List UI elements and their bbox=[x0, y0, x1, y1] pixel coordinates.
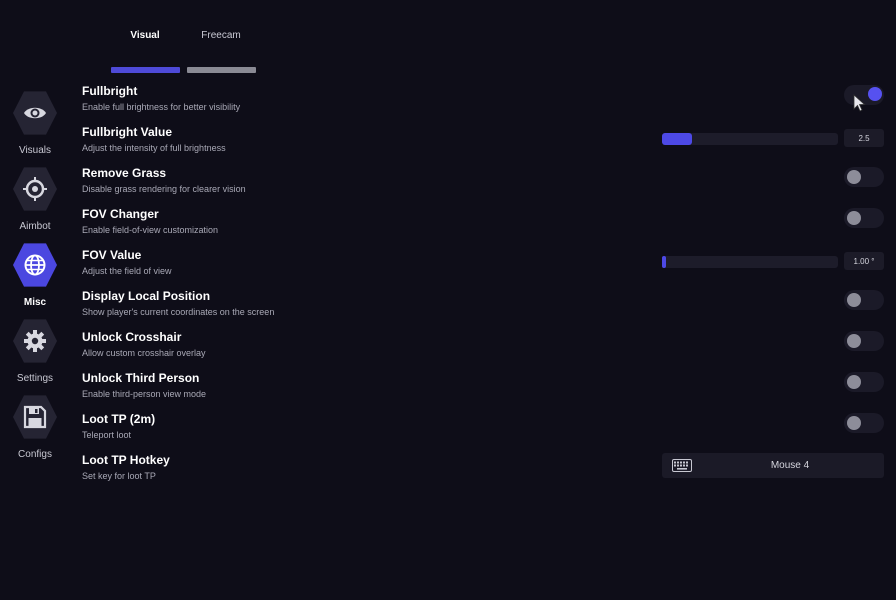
sidebar-item-visuals-bg bbox=[13, 91, 57, 135]
setting-title: Loot TP Hotkey bbox=[82, 453, 170, 467]
globe-icon bbox=[24, 254, 46, 276]
setting-title: FOV Value bbox=[82, 248, 142, 262]
tab-freecam[interactable]: Freecam bbox=[186, 30, 256, 41]
fullbright-value-slider[interactable] bbox=[662, 133, 838, 145]
gear-icon bbox=[24, 330, 46, 352]
toggle-knob bbox=[847, 170, 861, 184]
toggle-knob bbox=[847, 416, 861, 430]
sidebar-item-label: Aimbot bbox=[19, 221, 51, 232]
crosshair-icon bbox=[23, 177, 47, 201]
setting-title: Unlock Third Person bbox=[82, 371, 200, 385]
setting-fullbright: Fullbright Enable full brightness for be… bbox=[82, 84, 884, 124]
setting-description: Allow custom crosshair overlay bbox=[82, 348, 206, 358]
slider-fill bbox=[662, 256, 666, 268]
keyboard-icon bbox=[672, 459, 692, 472]
setting-description: Show player's current coordinates on the… bbox=[82, 307, 275, 317]
sidebar-item-configs[interactable]: Configs bbox=[0, 394, 70, 470]
setting-fov-changer: FOV Changer Enable field-of-view customi… bbox=[82, 207, 884, 247]
tab-visual[interactable]: Visual bbox=[110, 30, 180, 41]
setting-unlock-third-person: Unlock Third Person Enable third-person … bbox=[82, 371, 884, 411]
sidebar-item-settings[interactable]: Settings bbox=[0, 318, 70, 394]
setting-title: FOV Changer bbox=[82, 207, 159, 221]
unlock-third-person-toggle[interactable] bbox=[844, 372, 884, 392]
setting-description: Set key for loot TP bbox=[82, 471, 156, 481]
sidebar-item-aimbot[interactable]: Aimbot bbox=[0, 166, 70, 242]
sidebar-item-visuals[interactable]: Visuals bbox=[0, 90, 70, 166]
floppy-disk-icon bbox=[23, 405, 47, 429]
sidebar-item-label: Configs bbox=[18, 449, 52, 460]
toggle-knob bbox=[847, 293, 861, 307]
sidebar-item-misc[interactable]: Misc bbox=[0, 242, 70, 318]
setting-description: Enable full brightness for better visibi… bbox=[82, 102, 241, 112]
remove-grass-toggle[interactable] bbox=[844, 167, 884, 187]
sidebar-item-label: Misc bbox=[23, 297, 47, 308]
setting-display-local-position: Display Local Position Show player's cur… bbox=[82, 289, 884, 329]
tab-visual-indicator bbox=[111, 67, 180, 73]
loot-tp-hotkey-button[interactable]: Mouse 4 bbox=[662, 453, 884, 478]
fullbright-value-box[interactable]: 2.5 bbox=[844, 129, 884, 147]
eye-icon bbox=[24, 107, 46, 119]
setting-title: Remove Grass bbox=[82, 166, 167, 180]
hotkey-value: Mouse 4 bbox=[770, 460, 810, 471]
sidebar-item-settings-bg bbox=[13, 319, 57, 363]
setting-description: Adjust the field of view bbox=[82, 266, 172, 276]
loot-tp-toggle[interactable] bbox=[844, 413, 884, 433]
setting-title: Fullbright bbox=[82, 84, 138, 98]
setting-title: Display Local Position bbox=[82, 289, 211, 303]
sidebar-item-label: Settings bbox=[16, 373, 54, 384]
fov-value-box[interactable]: 1.00 ° bbox=[844, 252, 884, 270]
setting-unlock-crosshair: Unlock Crosshair Allow custom crosshair … bbox=[82, 330, 884, 370]
mouse-cursor-icon bbox=[853, 94, 866, 112]
toggle-knob bbox=[847, 211, 861, 225]
fov-value-slider[interactable] bbox=[662, 256, 838, 268]
sidebar-item-misc-bg bbox=[13, 243, 57, 287]
slider-fill bbox=[662, 133, 692, 145]
setting-title: Loot TP (2m) bbox=[82, 412, 156, 426]
setting-description: Disable grass rendering for clearer visi… bbox=[82, 184, 246, 194]
sidebar-item-aimbot-bg bbox=[13, 167, 57, 211]
tab-freecam-indicator bbox=[187, 67, 256, 73]
sidebar-item-label: Visuals bbox=[18, 145, 52, 156]
setting-loot-tp-hotkey: Loot TP Hotkey Set key for loot TP Mouse… bbox=[82, 453, 884, 493]
setting-fullbright-value: Fullbright Value Adjust the intensity of… bbox=[82, 125, 884, 165]
toggle-knob bbox=[868, 87, 882, 101]
setting-title: Fullbright Value bbox=[82, 125, 173, 139]
setting-description: Enable third-person view mode bbox=[82, 389, 207, 399]
fov-changer-toggle[interactable] bbox=[844, 208, 884, 228]
setting-description: Teleport loot bbox=[82, 430, 132, 440]
setting-loot-tp: Loot TP (2m) Teleport loot bbox=[82, 412, 884, 452]
setting-title: Unlock Crosshair bbox=[82, 330, 182, 344]
toggle-knob bbox=[847, 375, 861, 389]
sidebar-item-configs-bg bbox=[13, 395, 57, 439]
setting-description: Enable field-of-view customization bbox=[82, 225, 219, 235]
setting-fov-value: FOV Value Adjust the field of view 1.00 … bbox=[82, 248, 884, 288]
unlock-crosshair-toggle[interactable] bbox=[844, 331, 884, 351]
toggle-knob bbox=[847, 334, 861, 348]
display-local-position-toggle[interactable] bbox=[844, 290, 884, 310]
setting-remove-grass: Remove Grass Disable grass rendering for… bbox=[82, 166, 884, 206]
setting-description: Adjust the intensity of full brightness bbox=[82, 143, 226, 153]
